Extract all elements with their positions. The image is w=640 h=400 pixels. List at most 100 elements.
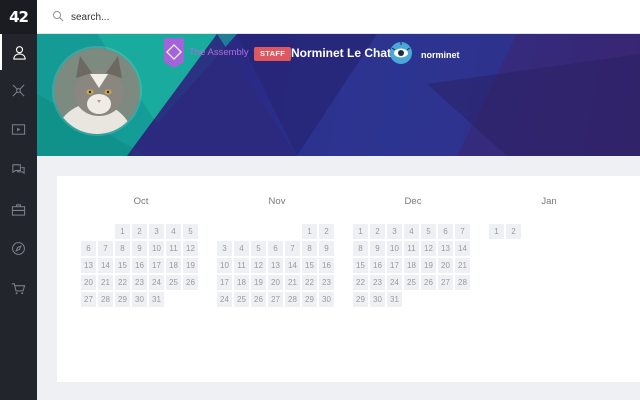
calendar-day[interactable]: 25 [404,275,419,290]
calendar-day[interactable]: 31 [387,292,402,307]
calendar-day[interactable]: 1 [353,224,368,239]
calendar-day[interactable]: 10 [387,241,402,256]
search-input[interactable] [71,8,371,26]
calendar-day[interactable]: 16 [370,258,385,273]
calendar-day[interactable]: 20 [268,275,283,290]
calendar-day[interactable]: 30 [319,292,334,307]
calendar-day[interactable]: 9 [370,241,385,256]
calendar-day[interactable]: 12 [183,241,198,256]
calendar-day[interactable]: 23 [132,275,147,290]
calendar-day[interactable]: 15 [353,258,368,273]
calendar-day[interactable]: 2 [132,224,147,239]
calendar-day[interactable]: 7 [455,224,470,239]
calendar-day[interactable]: 12 [421,241,436,256]
calendar-day[interactable]: 8 [353,241,368,256]
calendar-day[interactable]: 1 [489,224,504,239]
calendar-day[interactable]: 26 [251,292,266,307]
calendar-day[interactable]: 29 [353,292,368,307]
calendar-day[interactable]: 29 [302,292,317,307]
calendar-day[interactable]: 1 [115,224,130,239]
calendar-day[interactable]: 20 [81,275,96,290]
calendar-day[interactable]: 4 [234,241,249,256]
calendar-day[interactable]: 22 [353,275,368,290]
calendar-day[interactable]: 8 [115,241,130,256]
calendar-day[interactable]: 10 [217,258,232,273]
calendar-day[interactable]: 20 [438,258,453,273]
calendar-day[interactable]: 9 [319,241,334,256]
calendar-day[interactable]: 7 [98,241,113,256]
calendar-day[interactable]: 26 [421,275,436,290]
calendar-day[interactable]: 24 [217,292,232,307]
calendar-day[interactable]: 23 [319,275,334,290]
calendar-day[interactable]: 17 [149,258,164,273]
calendar-day[interactable]: 29 [115,292,130,307]
calendar-day[interactable]: 3 [149,224,164,239]
avatar[interactable] [52,46,142,136]
calendar-day[interactable]: 27 [438,275,453,290]
calendar-day[interactable]: 24 [387,275,402,290]
calendar-day[interactable]: 1 [302,224,317,239]
calendar-day[interactable]: 26 [183,275,198,290]
calendar-day[interactable]: 14 [98,258,113,273]
sidebar-item-profile[interactable] [0,34,37,70]
calendar-day[interactable]: 21 [455,258,470,273]
sidebar-item-companies[interactable] [0,191,37,227]
sidebar-item-projects[interactable] [0,72,37,108]
calendar-day[interactable]: 2 [319,224,334,239]
calendar-day[interactable]: 23 [370,275,385,290]
calendar-day[interactable]: 14 [285,258,300,273]
sidebar-item-shop[interactable] [0,270,37,306]
coalition-name[interactable]: The Assembly [189,47,249,58]
calendar-day[interactable]: 28 [98,292,113,307]
calendar-day[interactable]: 19 [421,258,436,273]
calendar-day[interactable]: 5 [183,224,198,239]
calendar-day[interactable]: 6 [268,241,283,256]
calendar-day[interactable]: 4 [404,224,419,239]
calendar-day[interactable]: 21 [285,275,300,290]
calendar-day[interactable]: 18 [234,275,249,290]
calendar-day[interactable]: 15 [302,258,317,273]
calendar-day[interactable]: 8 [302,241,317,256]
calendar-day[interactable]: 4 [166,224,181,239]
coalition-flag-icon[interactable] [164,38,184,68]
calendar-day[interactable]: 5 [421,224,436,239]
calendar-day[interactable]: 30 [132,292,147,307]
calendar-day[interactable]: 25 [166,275,181,290]
calendar-day[interactable]: 22 [115,275,130,290]
calendar-day[interactable]: 11 [404,241,419,256]
calendar-day[interactable]: 19 [251,275,266,290]
calendar-day[interactable]: 11 [166,241,181,256]
calendar-day[interactable]: 28 [285,292,300,307]
calendar-day[interactable]: 19 [183,258,198,273]
calendar-day[interactable]: 24 [149,275,164,290]
calendar-day[interactable]: 27 [81,292,96,307]
calendar-day[interactable]: 25 [234,292,249,307]
calendar-day[interactable]: 27 [268,292,283,307]
calendar-day[interactable]: 11 [234,258,249,273]
calendar-day[interactable]: 6 [438,224,453,239]
calendar-day[interactable]: 15 [115,258,130,273]
calendar-day[interactable]: 16 [319,258,334,273]
calendar-day[interactable]: 16 [132,258,147,273]
sidebar-item-elearning[interactable] [0,111,37,147]
calendar-day[interactable]: 30 [370,292,385,307]
calendar-day[interactable]: 2 [506,224,521,239]
calendar-day[interactable]: 12 [251,258,266,273]
calendar-day[interactable]: 5 [251,241,266,256]
calendar-day[interactable]: 18 [166,258,181,273]
calendar-day[interactable]: 28 [455,275,470,290]
calendar-day[interactable]: 3 [217,241,232,256]
calendar-day[interactable]: 17 [387,258,402,273]
calendar-day[interactable]: 22 [302,275,317,290]
calendar-day[interactable]: 13 [81,258,96,273]
calendar-day[interactable]: 10 [149,241,164,256]
sidebar-item-forum[interactable] [0,151,37,187]
calendar-day[interactable]: 14 [455,241,470,256]
app-logo[interactable]: 42 [0,0,37,34]
calendar-day[interactable]: 17 [217,275,232,290]
calendar-day[interactable]: 3 [387,224,402,239]
calendar-day[interactable]: 21 [98,275,113,290]
calendar-day[interactable]: 7 [285,241,300,256]
calendar-day[interactable]: 13 [268,258,283,273]
calendar-day[interactable]: 18 [404,258,419,273]
